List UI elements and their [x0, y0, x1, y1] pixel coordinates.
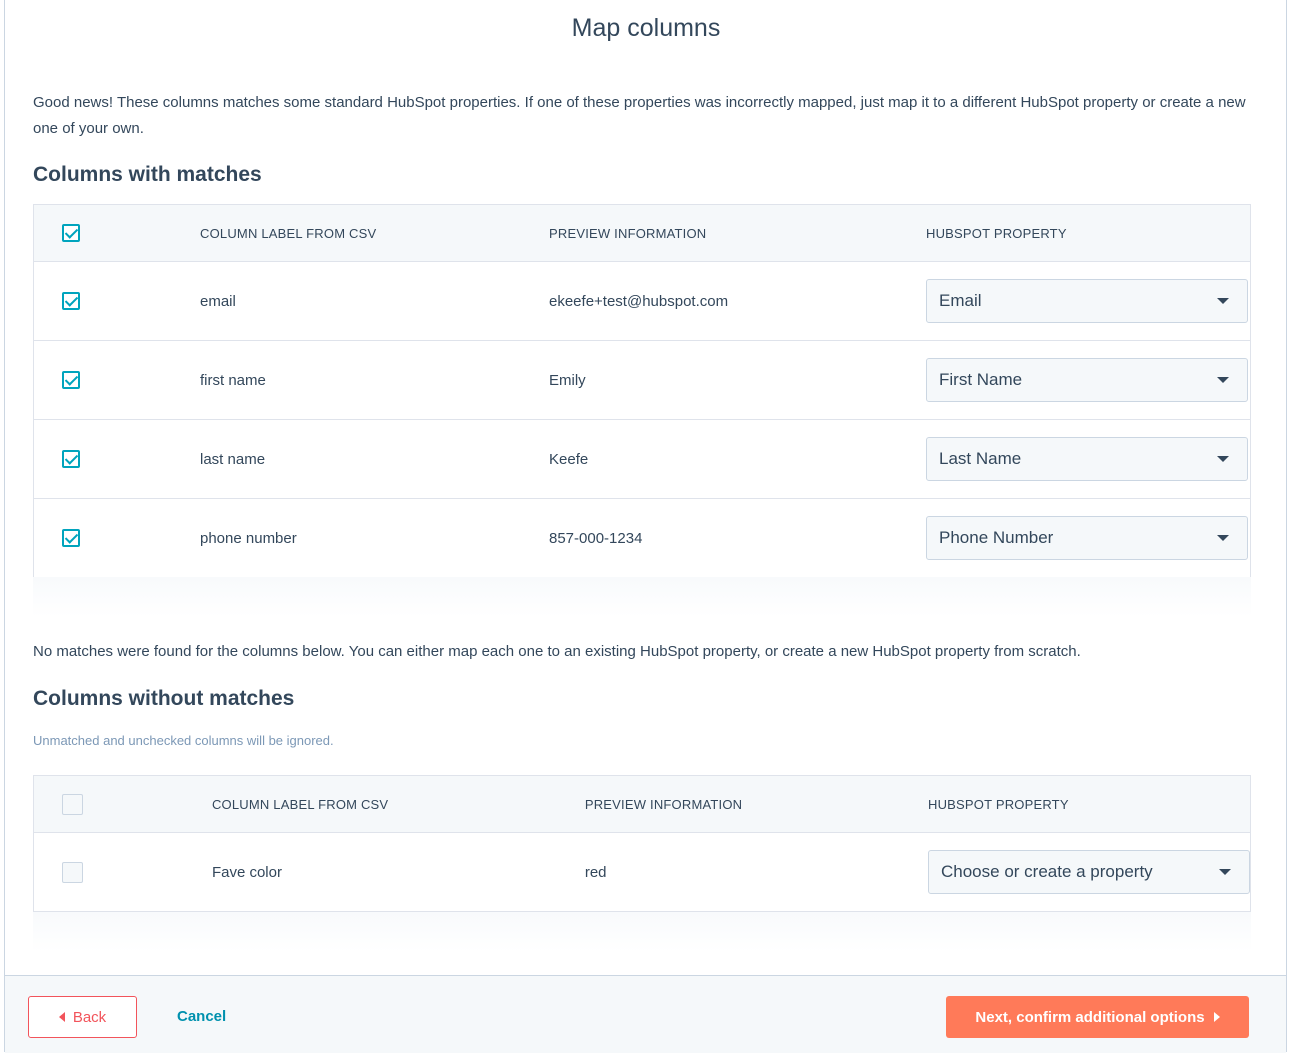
row-column-label: first name — [100, 340, 549, 420]
footer-bar: Back Cancel Next, confirm additional opt… — [5, 975, 1286, 1053]
property-select[interactable]: Email — [926, 279, 1248, 323]
property-select[interactable]: Choose or create a property — [928, 850, 1250, 894]
caret-right-icon — [1213, 1012, 1220, 1022]
back-button-label: Back — [72, 1008, 107, 1026]
property-select[interactable]: First Name — [926, 358, 1248, 402]
unmatched-hint: Unmatched and unchecked columns will be … — [33, 733, 334, 748]
row-column-label: last name — [100, 419, 549, 499]
row-column-label: Fave color — [211, 863, 282, 881]
header-column-label: COLUMN LABEL FROM CSV — [100, 204, 549, 262]
property-select[interactable]: Last Name — [926, 437, 1248, 481]
caret-down-icon — [1219, 869, 1231, 875]
row-checkbox[interactable] — [62, 529, 80, 548]
header-column-label: COLUMN LABEL FROM CSV — [99, 775, 585, 833]
table-row: email ekeefe+test@hubspot.com Email — [33, 261, 1251, 341]
caret-down-icon — [1217, 377, 1229, 383]
row-preview: 857-000-1234 — [549, 529, 643, 547]
cancel-button[interactable]: Cancel — [177, 1008, 226, 1025]
property-select-value: Last Name — [939, 449, 1022, 468]
header-preview: PREVIEW INFORMATION — [549, 204, 926, 262]
select-all-cell — [33, 775, 100, 833]
back-button[interactable]: Back — [28, 996, 137, 1038]
property-select-value: Email — [939, 291, 982, 310]
row-checkbox[interactable] — [62, 450, 80, 469]
select-all-checkbox[interactable] — [62, 793, 83, 815]
caret-down-icon — [1217, 456, 1229, 462]
unmatched-note: No matches were found for the columns be… — [33, 643, 1081, 660]
table-header-row: COLUMN LABEL FROM CSV PREVIEW INFORMATIO… — [33, 775, 1251, 833]
row-preview: Keefe — [549, 419, 926, 499]
select-all-checkbox[interactable] — [62, 224, 80, 242]
table-row: phone number 857-000-1234 Phone Number — [34, 499, 1251, 578]
property-select-value: First Name — [939, 370, 1023, 389]
table-header-row: COLUMN LABEL FROM CSV PREVIEW INFORMATIO… — [33, 204, 1251, 262]
row-checkbox[interactable] — [62, 371, 80, 390]
page-title: Map columns — [571, 14, 721, 42]
row-checkbox[interactable] — [62, 861, 83, 883]
caret-down-icon — [1217, 298, 1229, 304]
matched-heading: Columns with matches — [33, 163, 262, 186]
row-checkbox[interactable] — [62, 292, 80, 311]
property-select-value: Choose or create a property — [941, 862, 1153, 881]
table-shadow — [33, 577, 1251, 617]
row-column-label: phone number — [200, 529, 297, 547]
row-column-label: email — [100, 261, 549, 341]
property-select-value: Phone Number — [939, 528, 1054, 547]
next-button[interactable]: Next, confirm additional options — [946, 996, 1249, 1038]
header-property: HUBSPOT PROPERTY — [926, 204, 1251, 262]
row-preview: red — [584, 863, 607, 881]
table-row: last name Keefe Last Name — [33, 419, 1251, 499]
table-row: first name Emily First Name — [33, 340, 1251, 420]
intro-text: Good news! These columns matches some st… — [33, 94, 1246, 137]
unmatched-heading: Columns without matches — [33, 687, 295, 710]
row-preview: Emily — [549, 340, 926, 420]
table-shadow — [33, 912, 1251, 952]
matched-table: COLUMN LABEL FROM CSV PREVIEW INFORMATIO… — [33, 204, 1251, 578]
header-property: HUBSPOT PROPERTY — [928, 775, 1251, 833]
unmatched-table: COLUMN LABEL FROM CSV PREVIEW INFORMATIO… — [33, 775, 1251, 912]
table-row: Fave color red Choose or create a proper… — [34, 833, 1251, 912]
next-button-label: Next, confirm additional options — [975, 1008, 1205, 1026]
property-select[interactable]: Phone Number — [926, 516, 1248, 560]
header-preview: PREVIEW INFORMATION — [584, 775, 928, 833]
select-all-cell — [33, 204, 100, 262]
row-preview: ekeefe+test@hubspot.com — [549, 261, 926, 341]
caret-down-icon — [1217, 535, 1229, 541]
caret-left-icon — [58, 1012, 65, 1022]
